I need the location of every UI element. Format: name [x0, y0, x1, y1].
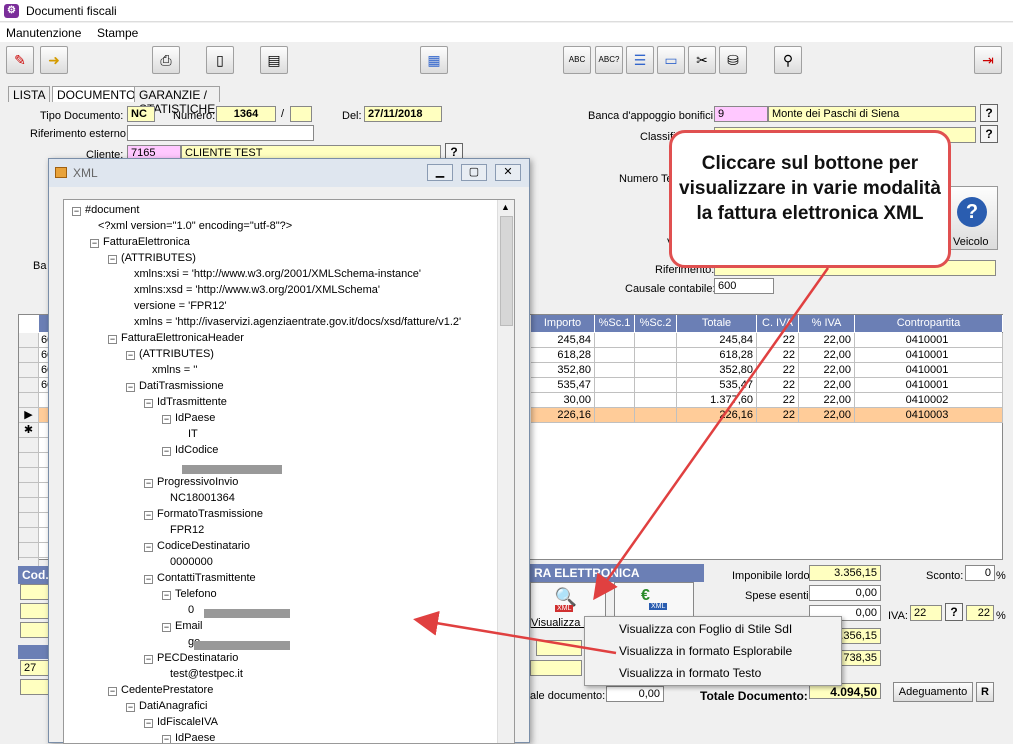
arrow-to-button [593, 267, 830, 601]
arrow-to-tree [413, 610, 617, 655]
annotation-arrows [413, 267, 830, 655]
